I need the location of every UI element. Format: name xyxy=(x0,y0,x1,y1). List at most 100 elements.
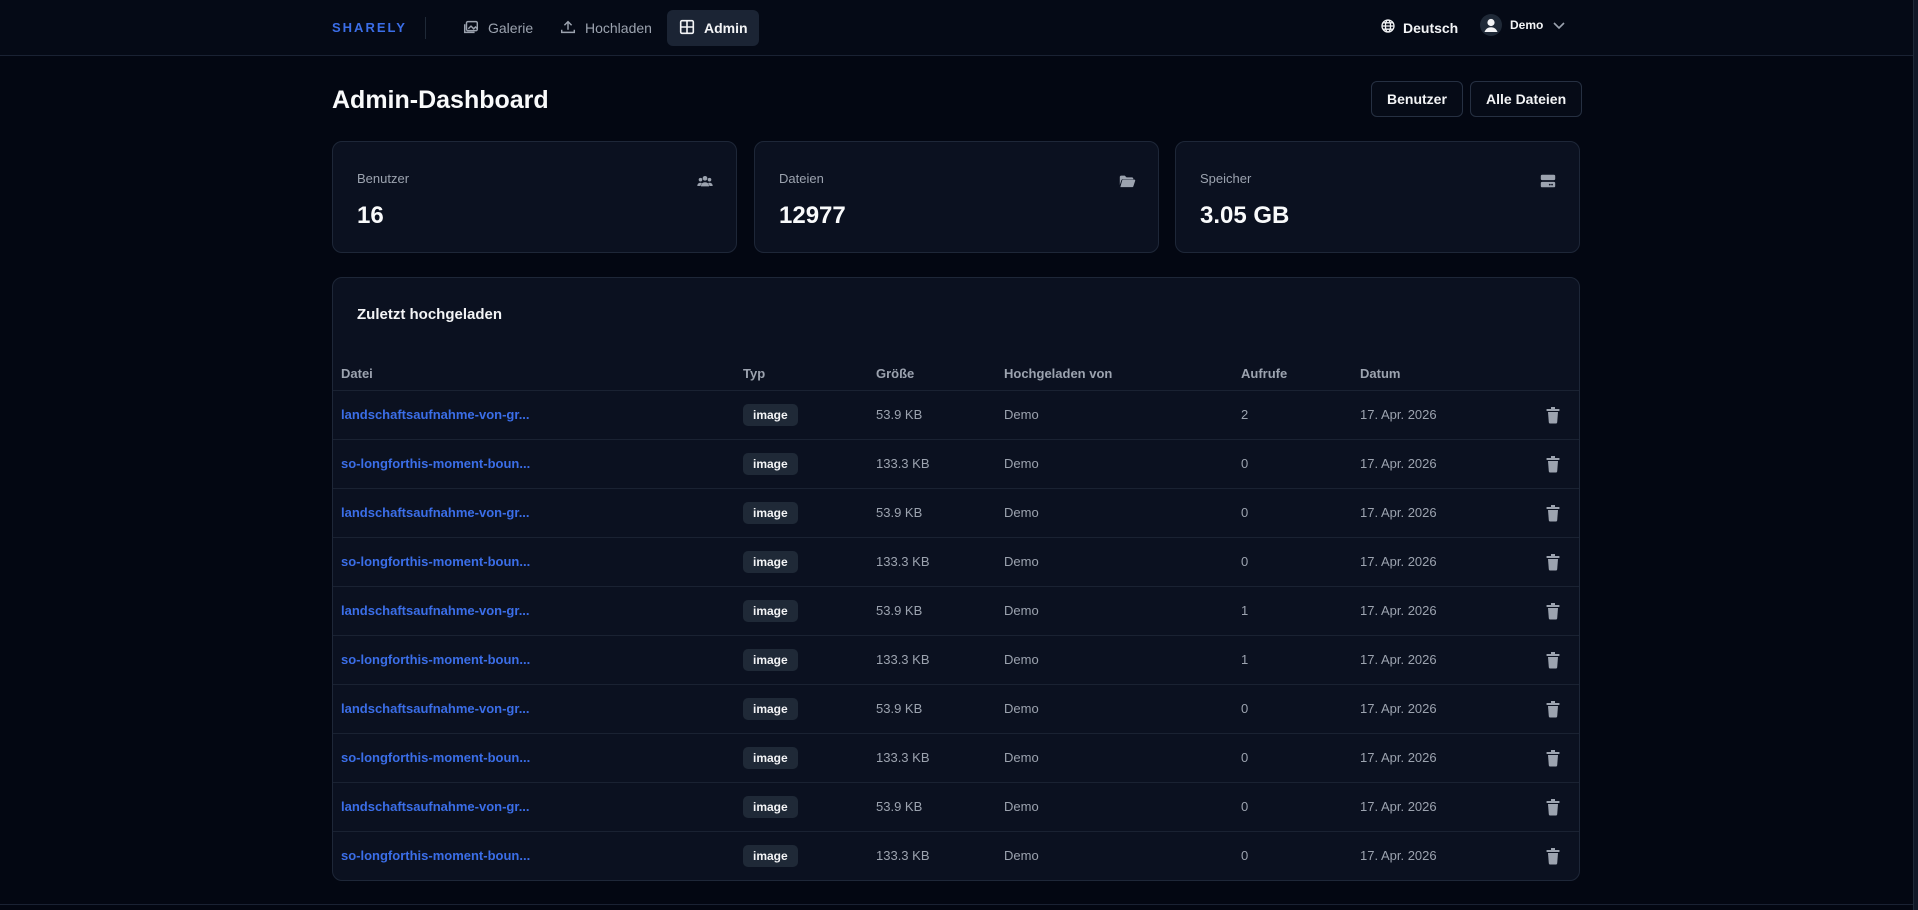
trash-icon[interactable] xyxy=(1543,405,1563,425)
column-header-size: Größe xyxy=(876,366,915,381)
view-count: 0 xyxy=(1241,848,1249,863)
table-row: landschaftsaufnahme-von-gr... image 53.9… xyxy=(333,586,1579,635)
chevron-down-icon xyxy=(1551,17,1567,33)
trash-icon[interactable] xyxy=(1543,552,1563,572)
users-icon xyxy=(696,172,714,190)
column-header-uploaded-by: Hochgeladen von xyxy=(1004,366,1113,381)
file-size: 53.9 KB xyxy=(876,505,923,520)
file-size: 133.3 KB xyxy=(876,554,930,569)
table-body: landschaftsaufnahme-von-gr... image 53.9… xyxy=(333,390,1579,880)
nav-admin[interactable]: Admin xyxy=(667,10,759,46)
stat-label: Dateien xyxy=(779,171,824,186)
column-header-date: Datum xyxy=(1360,366,1401,381)
type-badge: image xyxy=(743,845,798,867)
nav-hochladen-label: Hochladen xyxy=(585,20,652,36)
type-badge: image xyxy=(743,796,798,818)
all-files-button[interactable]: Alle Dateien xyxy=(1470,81,1583,117)
language-label: Deutsch xyxy=(1403,19,1459,36)
stat-card-users: Benutzer 16 xyxy=(332,141,737,253)
upload-date: 17. Apr. 2026 xyxy=(1360,554,1437,569)
stat-card-files: Dateien 12977 xyxy=(754,141,1159,253)
file-size: 53.9 KB xyxy=(876,701,923,716)
uploaded-by: Demo xyxy=(1004,750,1039,765)
type-badge: image xyxy=(743,747,798,769)
stat-value: 12977 xyxy=(779,202,846,229)
file-link[interactable]: so-longforthis-moment-boun... xyxy=(341,456,530,471)
gallery-icon xyxy=(462,18,480,39)
file-link[interactable]: so-longforthis-moment-boun... xyxy=(341,652,530,667)
stat-value: 16 xyxy=(357,202,384,229)
type-badge: image xyxy=(743,698,798,720)
uploaded-by: Demo xyxy=(1004,848,1039,863)
users-button[interactable]: Benutzer xyxy=(1371,81,1463,117)
nav-galerie[interactable]: Galerie xyxy=(451,10,544,46)
file-link[interactable]: landschaftsaufnahme-von-gr... xyxy=(341,701,530,716)
table-row: so-longforthis-moment-boun... image 133.… xyxy=(333,733,1579,782)
trash-icon[interactable] xyxy=(1543,748,1563,768)
uploaded-by: Demo xyxy=(1004,505,1039,520)
type-badge: image xyxy=(743,453,798,475)
file-link[interactable]: landschaftsaufnahme-von-gr... xyxy=(341,603,530,618)
type-badge: image xyxy=(743,600,798,622)
upload-date: 17. Apr. 2026 xyxy=(1360,505,1437,520)
nav-admin-label: Admin xyxy=(704,20,748,36)
view-count: 0 xyxy=(1241,554,1249,569)
table-row: so-longforthis-moment-boun... image 133.… xyxy=(333,537,1579,586)
panel-title: Zuletzt hochgeladen xyxy=(357,306,503,323)
trash-icon[interactable] xyxy=(1543,699,1563,719)
stat-label: Benutzer xyxy=(357,171,410,186)
nav-galerie-label: Galerie xyxy=(488,20,534,36)
folder-open-icon xyxy=(1118,172,1136,190)
uploaded-by: Demo xyxy=(1004,554,1039,569)
table-row: landschaftsaufnahme-von-gr... image 53.9… xyxy=(333,684,1579,733)
globe-icon xyxy=(1380,18,1396,37)
file-link[interactable]: so-longforthis-moment-boun... xyxy=(341,750,530,765)
uploaded-by: Demo xyxy=(1004,652,1039,667)
upload-date: 17. Apr. 2026 xyxy=(1360,799,1437,814)
language-selector[interactable]: Deutsch xyxy=(1380,18,1458,37)
file-size: 53.9 KB xyxy=(876,603,923,618)
brand-divider xyxy=(425,17,426,39)
trash-icon[interactable] xyxy=(1543,650,1563,670)
trash-icon[interactable] xyxy=(1543,503,1563,523)
type-badge: image xyxy=(743,404,798,426)
stat-card-storage: Speicher 3.05 GB xyxy=(1175,141,1580,253)
file-link[interactable]: so-longforthis-moment-boun... xyxy=(341,554,530,569)
file-size: 133.3 KB xyxy=(876,652,930,667)
table-header: Datei Typ Größe Hochgeladen von Aufrufe … xyxy=(333,358,1579,390)
file-size: 53.9 KB xyxy=(876,799,923,814)
uploaded-by: Demo xyxy=(1004,799,1039,814)
file-size: 53.9 KB xyxy=(876,407,923,422)
uploaded-by: Demo xyxy=(1004,456,1039,471)
view-count: 0 xyxy=(1241,750,1249,765)
view-count: 1 xyxy=(1241,652,1249,667)
table-row: landschaftsaufnahme-von-gr... image 53.9… xyxy=(333,488,1579,537)
upload-date: 17. Apr. 2026 xyxy=(1360,701,1437,716)
type-badge: image xyxy=(743,649,798,671)
table-row: so-longforthis-moment-boun... image 133.… xyxy=(333,439,1579,488)
uploaded-by: Demo xyxy=(1004,603,1039,618)
trash-icon[interactable] xyxy=(1543,846,1563,866)
view-count: 1 xyxy=(1241,603,1249,618)
column-header-type: Typ xyxy=(743,366,766,381)
user-menu[interactable]: Demo xyxy=(1480,14,1567,36)
trash-icon[interactable] xyxy=(1543,601,1563,621)
upload-date: 17. Apr. 2026 xyxy=(1360,456,1437,471)
table-row: landschaftsaufnahme-von-gr... image 53.9… xyxy=(333,390,1579,439)
page-scrollbar[interactable] xyxy=(1913,0,1918,910)
trash-icon[interactable] xyxy=(1543,797,1563,817)
column-header-file: Datei xyxy=(341,366,373,381)
file-link[interactable]: so-longforthis-moment-boun... xyxy=(341,848,530,863)
file-size: 133.3 KB xyxy=(876,750,930,765)
view-count: 0 xyxy=(1241,799,1249,814)
table-row: landschaftsaufnahme-von-gr... image 53.9… xyxy=(333,782,1579,831)
table-row: so-longforthis-moment-boun... image 133.… xyxy=(333,831,1579,880)
nav-hochladen[interactable]: Hochladen xyxy=(548,10,663,46)
brand-logo[interactable]: SHARELY xyxy=(332,20,407,35)
trash-icon[interactable] xyxy=(1543,454,1563,474)
file-link[interactable]: landschaftsaufnahme-von-gr... xyxy=(341,505,530,520)
upload-icon xyxy=(559,18,577,39)
file-link[interactable]: landschaftsaufnahme-von-gr... xyxy=(341,799,530,814)
file-link[interactable]: landschaftsaufnahme-von-gr... xyxy=(341,407,530,422)
type-badge: image xyxy=(743,502,798,524)
